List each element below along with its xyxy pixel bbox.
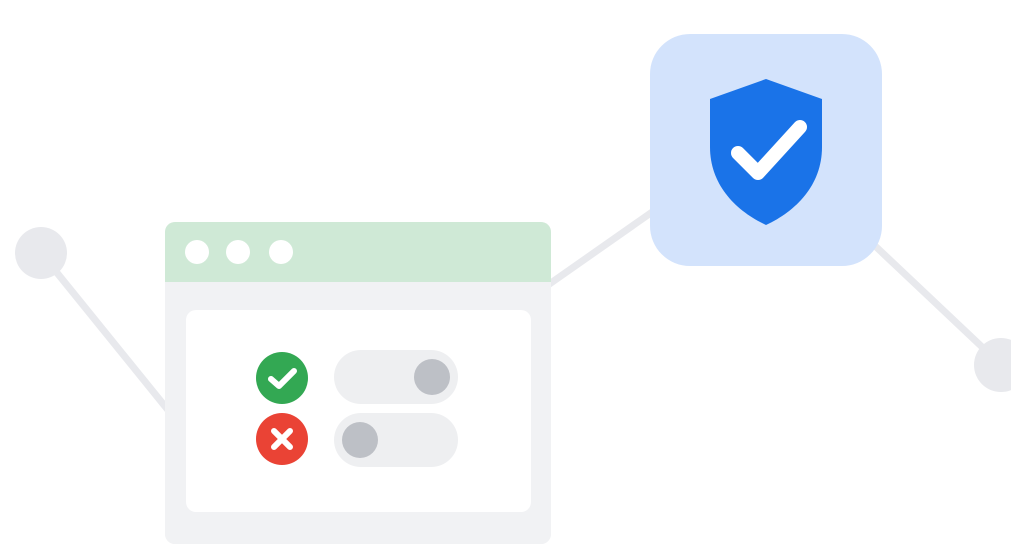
x-circle-icon [256,413,308,465]
security-tile [650,34,882,266]
window-titlebar [165,222,551,282]
toggle-switch-off[interactable] [334,413,458,467]
illustration [0,0,1011,551]
connector-right [868,239,1002,366]
browser-window [165,222,551,544]
window-control-dot-3[interactable] [269,240,293,264]
toggle-knob [414,359,450,395]
window-control-dot-2[interactable] [226,240,250,264]
connector-middle [544,206,659,289]
toggle-switch-on[interactable] [334,350,458,404]
settings-panel [186,310,531,512]
toggle-knob [342,422,378,458]
window-control-dot-1[interactable] [185,240,209,264]
connector-left [37,249,172,414]
node-left [15,227,67,279]
check-circle-icon [256,352,308,404]
window-body [165,282,551,544]
shield-check-icon [710,79,822,225]
